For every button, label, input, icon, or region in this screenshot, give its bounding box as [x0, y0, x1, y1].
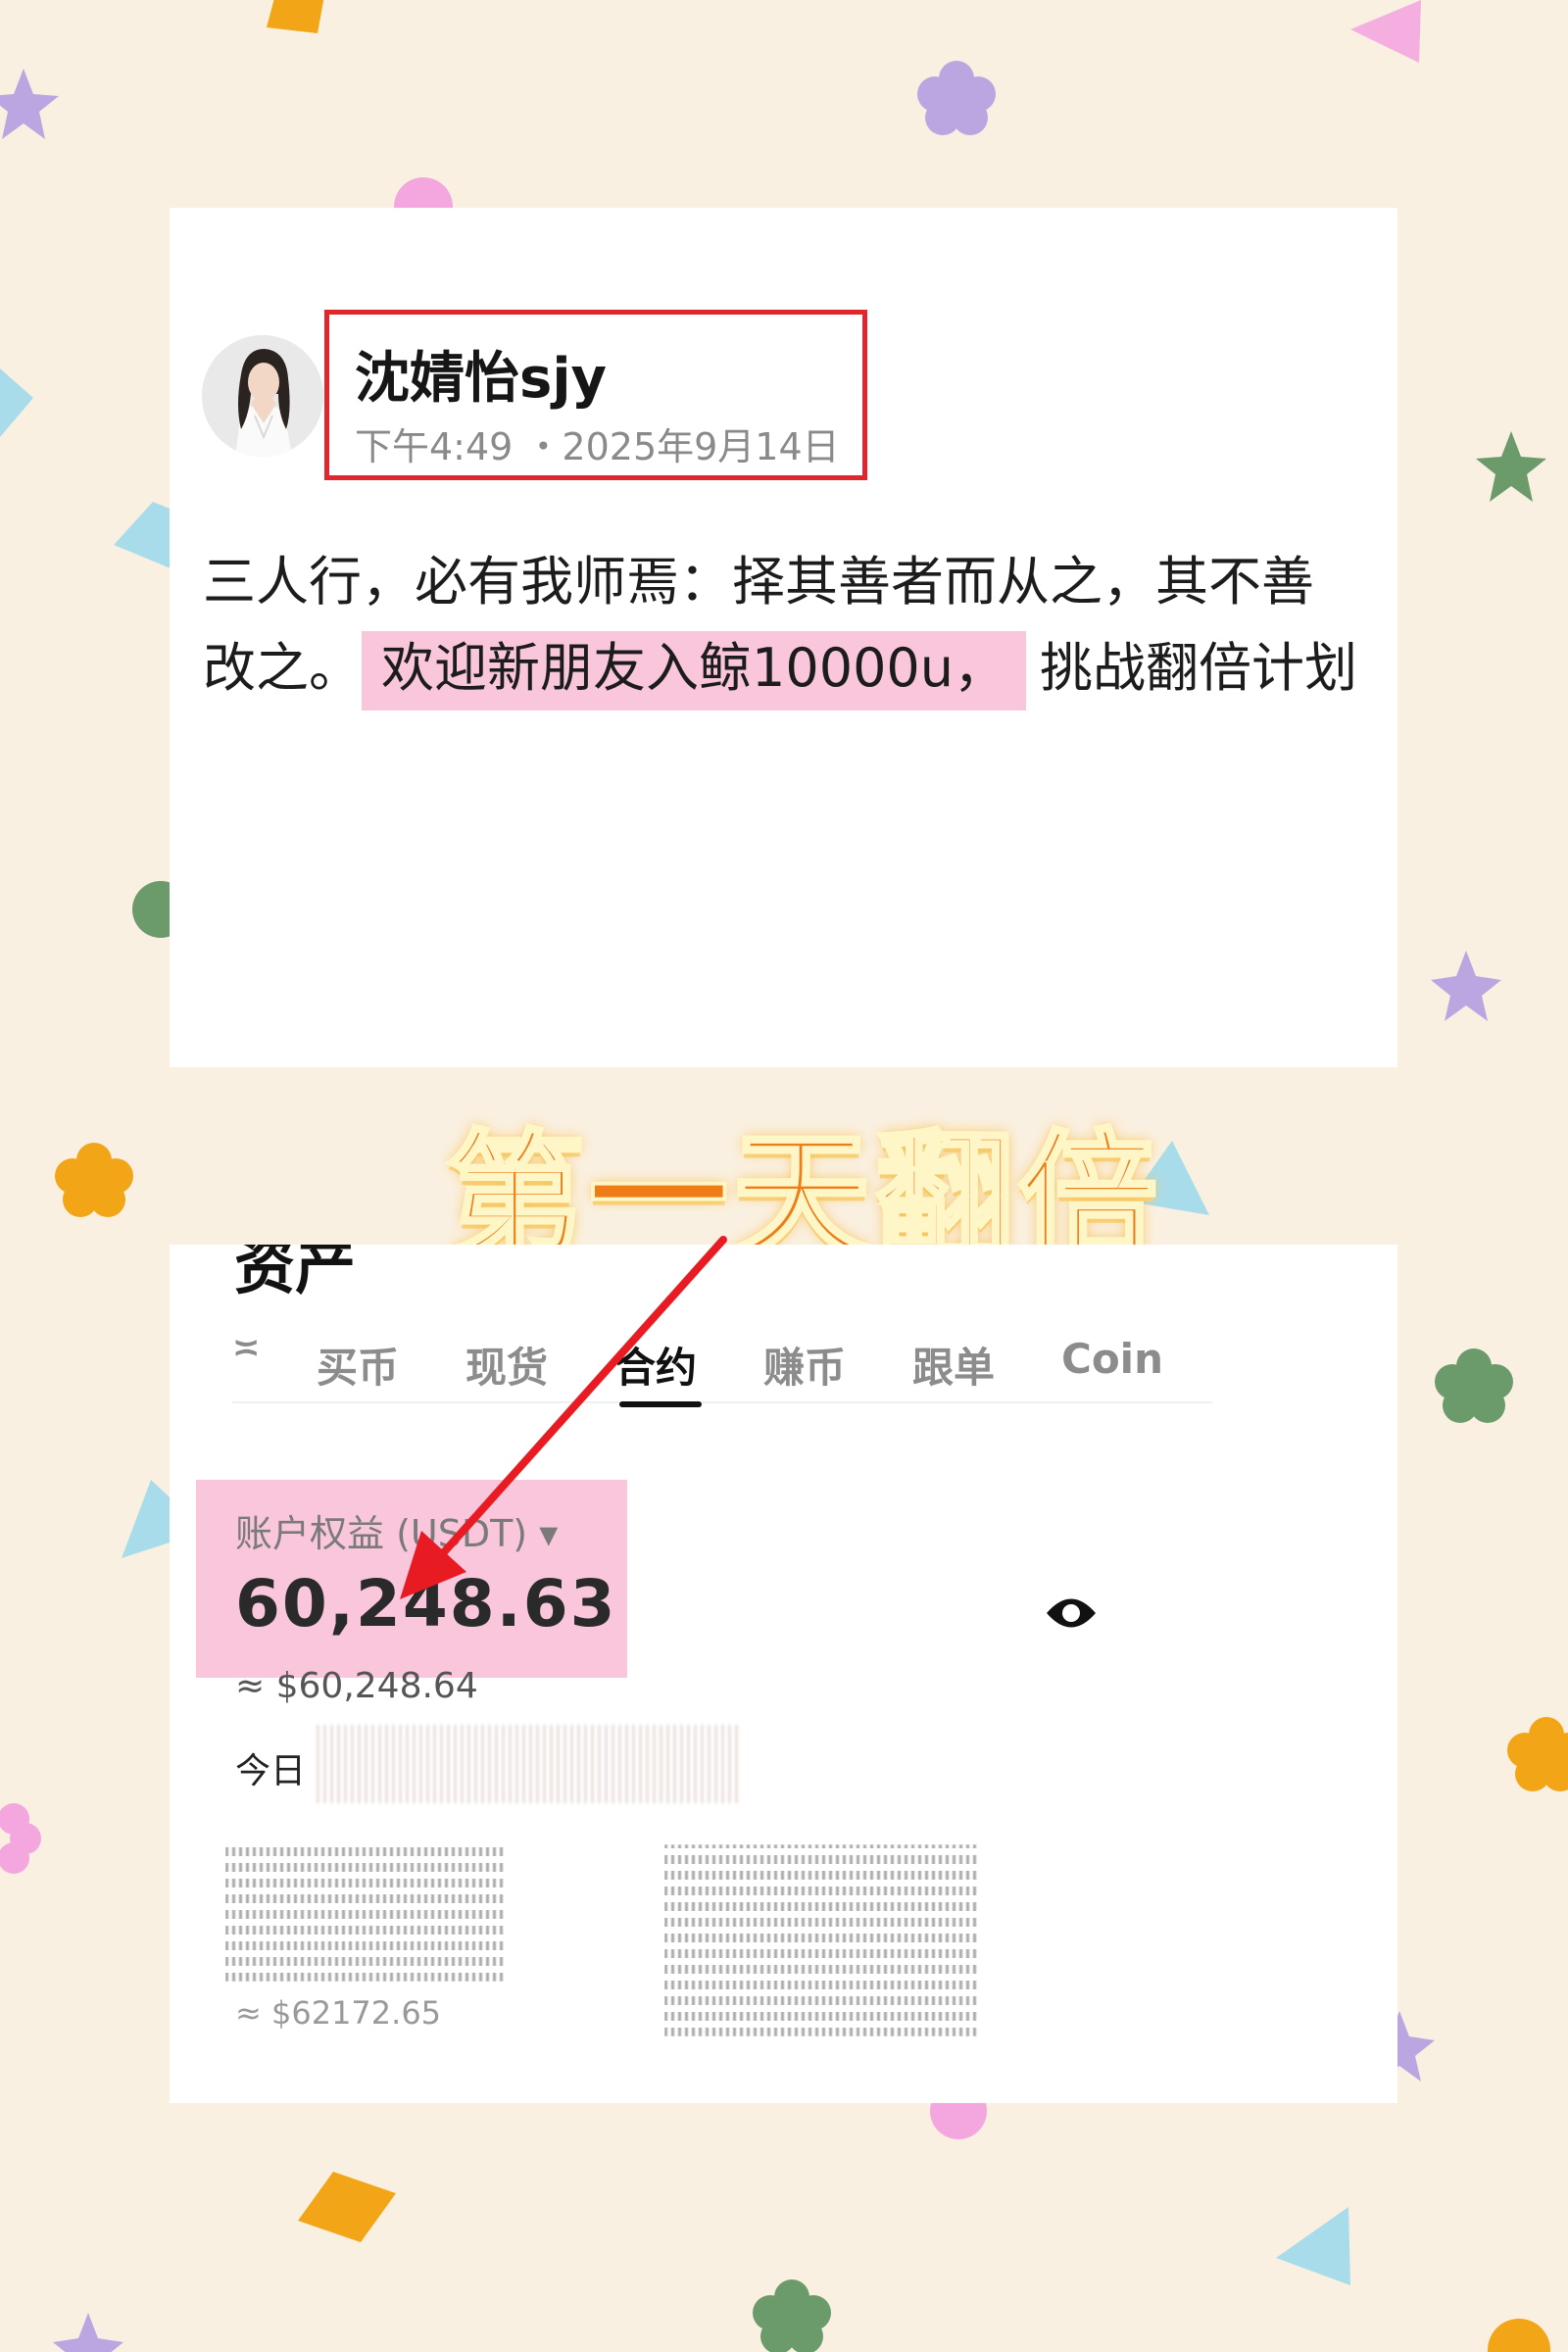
deco-pink-flower-left [0, 1803, 43, 1874]
today-pnl-value-blurred [317, 1725, 738, 1803]
deco-purple-star-bottomleft [53, 2313, 125, 2352]
equity-label[interactable]: 账户权益 (USDT) ▾ [235, 1503, 558, 1557]
post-card: 沈婧怡sjy 下午4:49 ・2025年9月14日 三人行，必有我师焉：择其善者… [170, 208, 1397, 1067]
deco-orange-diamond-top [267, 0, 329, 39]
deco-purple-star-left [0, 69, 59, 141]
tab-spot[interactable]: 现货 [466, 1335, 548, 1395]
tab-futures[interactable]: 合约 [614, 1335, 697, 1395]
tab-buy-crypto[interactable]: 买币 [317, 1335, 399, 1395]
today-pnl-label: 今日 [235, 1751, 307, 1791]
equity-value: 60,248.63 [235, 1566, 617, 1642]
deco-purple-star-right [1431, 951, 1503, 1021]
post-line-2: 改之。 欢迎新朋友入鲸10000u， 挑战翻倍计划 [203, 625, 1397, 711]
deco-purple-flower-top [917, 61, 996, 135]
deco-green-flower-right [1435, 1348, 1513, 1423]
post-line-2-start: 改之。 [203, 637, 362, 699]
eye-icon[interactable] [1045, 1591, 1098, 1640]
deco-green-flower-bottom [753, 2279, 831, 2352]
tab-earn[interactable]: 赚币 [763, 1335, 846, 1395]
blurred-stat-right [664, 1844, 978, 2036]
equity-highlight-box: 账户权益 (USDT) ▾ 60,248.63 [196, 1480, 627, 1678]
deco-orange-flower-right [1507, 1717, 1568, 1791]
active-tab-indicator [619, 1401, 702, 1407]
secondary-usd-approx: ≈ $62172.65 [235, 1994, 442, 2032]
author-name[interactable]: 沈婧怡sjy [355, 334, 607, 414]
post-body: 三人行，必有我师焉：择其善者而从之，其不善 改之。 欢迎新朋友入鲸10000u，挑… [203, 539, 1397, 711]
asset-tabs: ≍ 买币 现货 合约 赚币 跟单 Coin [232, 1329, 1212, 1403]
post-timestamp: 下午4:49 ・2025年9月14日 [355, 425, 840, 468]
post-line-1: 三人行，必有我师焉：择其善者而从之，其不善 [203, 551, 1314, 612]
deco-blue-triangle-bottomright [1276, 2207, 1350, 2285]
post-line-2-end: 挑战翻倍计划 [1040, 637, 1358, 699]
deco-pink-triangle-topright [1350, 0, 1421, 65]
highlighted-text: 欢迎新朋友入鲸10000u， [362, 631, 1027, 710]
deco-orange-flower-left [55, 1143, 133, 1217]
tab-coin[interactable]: Coin [1061, 1335, 1163, 1383]
deco-orange-dot-bottomright [1488, 2319, 1550, 2352]
blurred-stat-left [225, 1844, 506, 1982]
author-highlight-box: 沈婧怡sjy 下午4:49 ・2025年9月14日 [324, 310, 867, 480]
tab-overview[interactable]: ≍ [232, 1329, 261, 1368]
assets-title: 资产 [234, 1245, 357, 1302]
tab-copy-trading[interactable]: 跟单 [912, 1335, 995, 1395]
deco-green-star-right [1474, 431, 1546, 502]
avatar[interactable] [202, 335, 323, 457]
deco-blue-shape-left [0, 368, 35, 437]
equity-usd-approx: ≈ $60,248.64 [235, 1666, 478, 1706]
assets-card: 资产 ≍ 买币 现货 合约 赚币 跟单 Coin 账户权益 (USDT) ▾ 6… [170, 1245, 1397, 2103]
deco-orange-diamond-bottom [298, 2172, 396, 2242]
